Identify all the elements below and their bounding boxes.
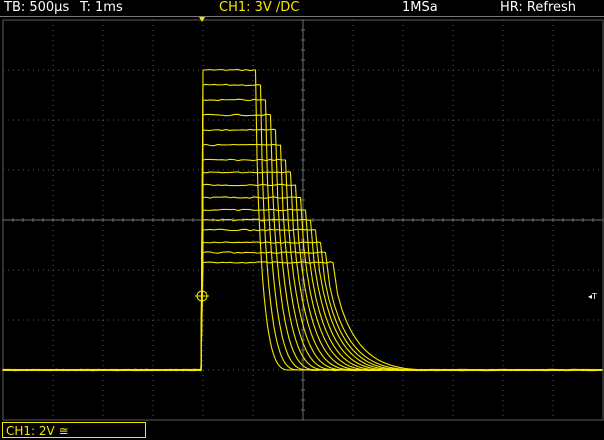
- channel1-scale-box[interactable]: CH1: 2V ≅: [2, 422, 146, 438]
- status-bar: TB: 500µs T: 1ms CH1: 3V ∕DC 1MSa HR: Re…: [0, 0, 604, 16]
- waveform-trace: [2, 208, 598, 372]
- trigger-time-readout[interactable]: T: 1ms: [80, 0, 123, 16]
- waveform-trace: [2, 143, 602, 372]
- trigger-crosshair-icon: [195, 289, 209, 303]
- channel1-readout[interactable]: CH1: 3V ∕DC: [219, 0, 299, 16]
- waveform-trace: [2, 83, 599, 372]
- waveform-trace: [2, 228, 599, 372]
- waveform-trace: [2, 183, 602, 372]
- acquisition-mode-readout[interactable]: HR: Refresh: [500, 0, 576, 16]
- timebase-readout[interactable]: TB: 500µs: [4, 0, 69, 16]
- sample-rate-readout: 1MSa: [402, 0, 438, 15]
- waveform-trace: [2, 196, 600, 372]
- waveform-display[interactable]: ◂T: [0, 17, 604, 421]
- bottom-bar: CH1: 2V ≅: [0, 421, 604, 440]
- trigger-level-marker[interactable]: ◂T: [588, 292, 597, 301]
